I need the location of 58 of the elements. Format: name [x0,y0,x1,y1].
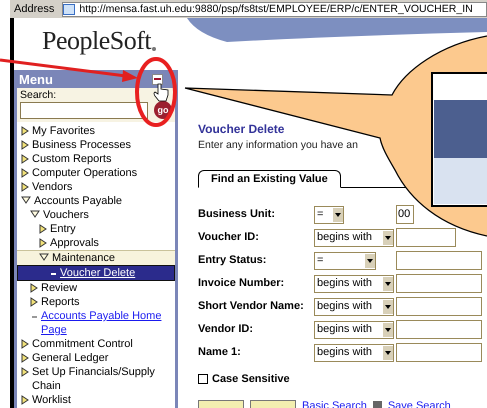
tab[interactable]: Find an Existing Value [198,170,341,188]
menu-item[interactable]: Computer Operations [32,166,138,180]
field-label: Entry Status: [198,253,268,268]
menu-item[interactable]: Approvals [50,236,99,250]
page-icon [63,4,76,14]
field-label: Vendor ID: [198,322,254,338]
collapsed-triangle-icon[interactable] [21,395,29,405]
menu-item[interactable]: Entry [50,222,76,236]
menu-link[interactable]: Accounts Payable Home Page [41,309,175,337]
value-field[interactable] [396,274,482,293]
value-field[interactable] [396,343,482,362]
highlight-ellipse [135,57,177,127]
search-button[interactable] [198,400,244,408]
checkbox-label: Case Sensitive [212,372,290,387]
menu-item[interactable]: Custom Reports [32,152,112,166]
field-label: Voucher ID: [198,230,260,246]
field-label: Invoice Number: [198,276,286,292]
menu-item[interactable]: Vouchers [43,208,89,222]
case-sensitive-checkbox[interactable] [198,374,208,384]
operator-dropdown[interactable]: = [314,206,344,224]
operator-dropdown[interactable]: begins with [314,274,394,292]
menu-item[interactable]: Vendors [32,180,72,194]
field-label: Name 1: [198,345,242,360]
url-field[interactable]: http://mensa.fast.uh.edu:9880/psp/fs8tst/EMPLOYEE/ERP/c/ENTER_VOUCHER_IN [62,2,487,16]
menu-item[interactable]: My Favorites [32,124,95,138]
menu-item[interactable]: Accounts Payable [34,194,122,208]
expanded-triangle-icon[interactable] [39,253,49,261]
value-field[interactable] [396,251,482,270]
hand-cursor-icon [154,84,168,102]
value-field[interactable] [396,297,482,316]
operator-dropdown[interactable]: begins with [314,228,394,246]
field-label: Short Vendor Name: [198,299,305,314]
operator-dropdown[interactable]: begins with [314,344,394,362]
menu-title: Menu [19,72,53,86]
clear-button[interactable] [250,400,296,408]
menu-item[interactable]: Review [41,281,78,295]
menu-item[interactable]: Worklist [32,393,71,407]
menu-item[interactable]: General Ledger [32,351,108,365]
operator-dropdown[interactable]: = [314,252,376,270]
collapse-button[interactable] [152,74,163,84]
search-field[interactable] [20,102,148,118]
menu-link[interactable]: Voucher Delete [60,266,136,280]
field-label: Business Unit: [198,207,276,222]
instructions: Enter any information you have an [198,139,359,152]
value-field[interactable]: 00 [396,205,414,224]
address-label: Address [13,4,56,14]
page-title: Voucher Delete [198,122,286,136]
value-field[interactable] [396,320,482,339]
save-icon [372,401,382,408]
menu-item[interactable]: Business Processes [32,138,132,152]
operator-dropdown[interactable]: begins with [314,298,394,316]
value-field[interactable] [396,228,456,247]
menu-item[interactable]: Reports [41,295,80,309]
peoplesoft-logo: PeopleSoft [42,28,152,54]
search-label: Search: [20,89,56,101]
menu-item[interactable]: Set Up Financials/Supply Chain [32,365,175,393]
operator-dropdown[interactable]: begins with [314,320,394,338]
menu-item[interactable]: Commitment Control [32,337,133,351]
